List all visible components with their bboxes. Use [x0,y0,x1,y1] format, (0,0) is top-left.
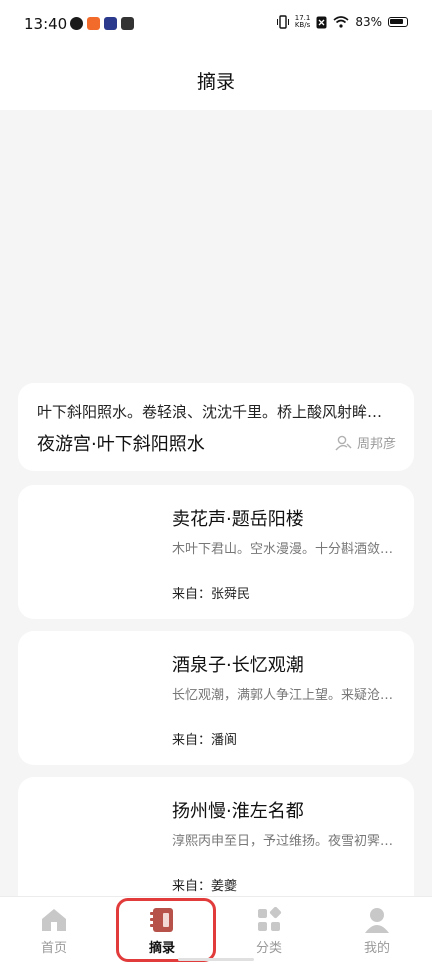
card-source: 来自：潘阆 [172,733,238,748]
sim-off-icon [316,16,327,28]
nav-home[interactable]: 首页 [14,907,94,956]
nav-categories[interactable]: 分类 [229,907,309,956]
page-title: 摘录 [196,70,235,93]
bottom-nav: 首页 摘录 分类 我的 [0,896,432,964]
card-source: 来自：姜夔 [172,879,238,894]
status-time: 13:40 [24,15,68,33]
author-icon [335,435,352,450]
nav-profile[interactable]: 我的 [337,907,417,956]
status-right: 17.1 KB/s 83% [276,15,408,29]
app-notification-icon [87,17,100,30]
card-title: 扬州慢·淮左名都 [172,801,304,822]
app-notification-icon [104,17,117,30]
battery-icon [388,17,408,27]
network-speed: 17.1 KB/s [295,15,311,29]
vibrate-icon [276,15,289,29]
list-item[interactable]: 扬州慢·淮左名都 淳熙丙申至日，予过维扬。夜雪初霁，荠麦弥望。 来自：姜夔 [18,777,414,911]
card-excerpt: 长忆观潮，满郭人争江上望。来疑沧海尽成空。 [172,688,394,703]
nav-categories-label: 分类 [255,941,282,956]
list-item[interactable]: 卖花声·题岳阳楼 木叶下君山。空水漫漫。十分斟酒敛芳颜。 来自：张舜民 [18,485,414,619]
card-excerpt: 淳熙丙申至日，予过维扬。夜雪初霁，荠麦弥望。 [172,834,394,849]
featured-author: 周邦彦 [335,433,396,452]
author-name: 周邦彦 [356,437,396,452]
battery-percent: 83% [355,15,382,29]
card-title: 卖花声·题岳阳楼 [172,509,304,530]
gesture-bar [178,958,254,961]
notification-icons [70,17,134,30]
home-icon [42,909,66,931]
speed-unit: KB/s [294,21,311,29]
featured-excerpt-text: 叶下斜阳照水。卷轻浪、沈沈千里。桥上酸风射眸子。立多时，看黄昏，灯火市。 [37,403,397,421]
highlight-annotation [116,898,216,962]
app-notification-icon [70,17,83,30]
message-icon [121,17,134,30]
nav-home-label: 首页 [40,941,67,956]
featured-title: 夜游宫·叶下斜阳照水 [37,434,205,455]
card-excerpt: 木叶下君山。空水漫漫。十分斟酒敛芳颜。 [172,542,394,557]
nav-profile-label: 我的 [363,941,390,956]
wifi-icon [333,16,349,28]
card-source: 来自：张舜民 [172,587,251,602]
card-title: 酒泉子·长忆观潮 [172,655,304,676]
user-icon [365,908,389,933]
grid-icon [258,907,282,931]
featured-excerpt-card[interactable]: 叶下斜阳照水。卷轻浪、沈沈千里。桥上酸风射眸子。立多时，看黄昏，灯火市。 夜游宫… [18,383,414,471]
page-header: 摘录 [0,50,432,110]
list-item[interactable]: 酒泉子·长忆观潮 长忆观潮，满郭人争江上望。来疑沧海尽成空。 来自：潘阆 [18,631,414,765]
status-bar: 13:40 17.1 KB/s 83% [0,0,432,50]
